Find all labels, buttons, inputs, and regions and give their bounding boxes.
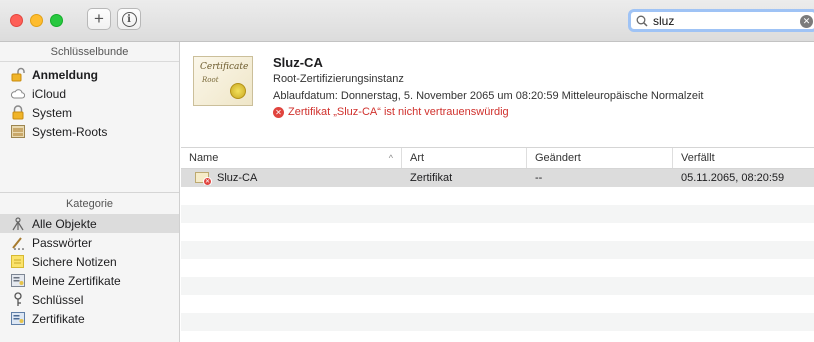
cloud-icon [10,86,25,101]
items-table: Name ^ Art Geändert Verfällt ✕ Sluz-CA Z… [181,147,814,342]
column-header-art[interactable]: Art [402,148,527,168]
sidebar-item-label: System [32,105,73,120]
certificate-image-subtitle: Root [202,76,219,84]
certificate-summary: Certificate Root Sluz-CA Root-Zertifizie… [181,42,814,147]
empty-row [181,241,814,259]
sidebar-divider[interactable] [0,192,179,193]
trust-warning: ✕ Zertifikat „Sluz-CA“ ist nicht vertrau… [273,106,509,118]
error-icon: ✕ [273,106,284,118]
table-header: Name ^ Art Geändert Verfällt [181,147,814,169]
certificate-type: Root-Zertifizierungsinstanz [273,73,404,85]
sidebar-item-zertifikate[interactable]: Zertifikate [0,309,179,328]
sidebar-item-system[interactable]: System [0,103,179,122]
row-expires: 05.11.2065, 08:20:59 [681,172,785,184]
info-button[interactable]: i [117,8,141,30]
password-icon [10,235,25,250]
close-window-button[interactable] [10,14,23,27]
toolbar: + i ✕ [0,0,814,42]
sidebar-item-schluessel[interactable]: Schlüssel [0,290,179,309]
certificate-image: Certificate Root [193,56,253,106]
sidebar-item-sichere-notizen[interactable]: Sichere Notizen [0,252,179,271]
zoom-window-button[interactable] [50,14,63,27]
cabinet-icon [10,124,25,139]
all-items-icon [10,216,25,231]
certificate-image-title: Certificate [200,62,249,72]
padlock-icon [10,105,25,120]
search-field[interactable]: ✕ [628,9,814,32]
sidebar-item-label: iCloud [32,86,67,101]
empty-row [181,205,814,223]
sidebar: Schlüsselbunde Anmeldung iCloud System S… [0,42,180,342]
sidebar-item-label: Sichere Notizen [32,254,117,269]
info-icon: i [121,11,137,27]
magnifier-icon [631,15,653,27]
empty-row [181,313,814,331]
add-item-button[interactable]: + [87,8,111,30]
empty-row [181,331,814,342]
column-header-changed[interactable]: Geändert [527,148,673,168]
certificate-expiry: Ablaufdatum: Donnerstag, 5. November 206… [273,90,704,102]
sidebar-item-label: Alle Objekte [32,216,97,231]
untrusted-certificate-icon: ✕ [195,171,212,185]
empty-row [181,223,814,241]
category-header: Kategorie [65,198,114,210]
row-changed: -- [535,172,543,184]
sidebar-item-label: Passwörter [32,235,93,250]
sidebar-item-label: Meine Zertifikate [32,273,121,288]
search-input[interactable] [653,13,793,28]
empty-row [181,277,814,295]
trust-warning-text: Zertifikat „Sluz-CA“ ist nicht vertrauen… [288,106,509,118]
sidebar-item-label: Zertifikate [32,311,85,326]
sidebar-item-icloud[interactable]: iCloud [0,84,179,103]
clear-icon[interactable]: ✕ [800,15,813,28]
column-header-label: Name [189,152,219,164]
sidebar-item-meine-zertifikate[interactable]: Meine Zertifikate [0,271,179,290]
plus-icon: + [94,9,104,28]
note-icon [10,254,25,269]
sidebar-item-label: Schlüssel [32,292,84,307]
empty-row [181,187,814,205]
seal-icon [230,83,246,99]
minimize-window-button[interactable] [30,14,43,27]
sidebar-item-label: Anmeldung [32,67,98,82]
certificate-name: Sluz-CA [273,55,323,70]
table-row[interactable]: ✕ Sluz-CA Zertifikat -- 05.11.2065, 08:2… [181,169,814,187]
sidebar-item-alle-objekte[interactable]: Alle Objekte [0,214,179,233]
empty-row [181,295,814,313]
column-header-name[interactable]: Name ^ [181,148,402,168]
sidebar-item-anmeldung[interactable]: Anmeldung [0,65,179,84]
key-icon [10,292,25,307]
unlocked-padlock-icon [10,67,25,82]
column-header-expires[interactable]: Verfällt [673,148,814,168]
my-certificate-icon [10,273,25,288]
sidebar-item-label: System-Roots [32,124,108,139]
sidebar-item-passwoerter[interactable]: Passwörter [0,233,179,252]
row-art: Zertifikat [410,172,453,184]
empty-row [181,259,814,277]
keychains-header: Schlüsselbunde [0,42,179,62]
row-name: Sluz-CA [217,172,258,184]
sort-ascending-icon: ^ [388,153,393,163]
sidebar-item-system-roots[interactable]: System-Roots [0,122,179,141]
certificate-icon [10,311,25,326]
